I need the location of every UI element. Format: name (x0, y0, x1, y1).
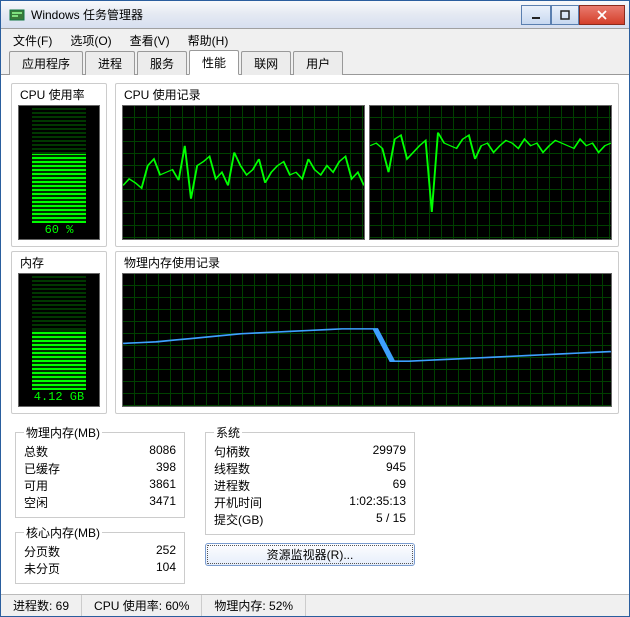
status-mem: 物理内存: 52% (202, 595, 306, 616)
uptime-value: 1:02:35:13 (316, 494, 406, 511)
minimize-button[interactable] (521, 5, 551, 25)
status-processes: 进程数: 69 (1, 595, 82, 616)
memory-history-chart (122, 273, 612, 408)
processes-value: 69 (316, 477, 406, 494)
avail-value: 3861 (116, 477, 176, 494)
menu-options[interactable]: 选项(O) (62, 30, 119, 51)
menu-help[interactable]: 帮助(H) (180, 30, 237, 51)
paged-value: 252 (116, 543, 176, 560)
maximize-button[interactable] (551, 5, 579, 25)
window-buttons (521, 5, 625, 25)
cpu-history-group: CPU 使用记录 (115, 83, 619, 247)
menubar: 文件(F) 选项(O) 查看(V) 帮助(H) (1, 29, 629, 51)
resource-monitor-button[interactable]: 资源监视器(R)... (205, 543, 415, 566)
nonpaged-value: 104 (116, 560, 176, 577)
stats-row: 物理内存(MB) 总数8086 已缓存398 可用3861 空闲3471 核心内… (11, 418, 619, 586)
close-button[interactable] (579, 5, 625, 25)
threads-value: 945 (316, 460, 406, 477)
cpu-usage-value: 60 % (19, 223, 99, 237)
memory-label: 内存 (18, 254, 100, 271)
tab-performance[interactable]: 性能 (189, 50, 239, 75)
statusbar: 进程数: 69 CPU 使用率: 60% 物理内存: 52% (1, 594, 629, 616)
tab-applications[interactable]: 应用程序 (9, 51, 83, 75)
cpu-history-label: CPU 使用记录 (122, 86, 612, 103)
tab-services[interactable]: 服务 (137, 51, 187, 75)
free-value: 3471 (116, 494, 176, 511)
tab-networking[interactable]: 联网 (241, 51, 291, 75)
task-manager-window: Windows 任务管理器 文件(F) 选项(O) 查看(V) 帮助(H) 应用… (0, 0, 630, 617)
handles-value: 29979 (316, 443, 406, 460)
phys-mem-label: 物理内存(MB) (24, 424, 102, 441)
memory-group: 内存 4.12 GB (11, 251, 107, 415)
memory-history-group: 物理内存使用记录 (115, 251, 619, 415)
tabstrip: 应用程序 进程 服务 性能 联网 用户 (1, 51, 629, 75)
memory-value: 4.12 GB (19, 390, 99, 404)
cpu-usage-meter: 60 % (18, 105, 100, 240)
total-value: 8086 (116, 443, 176, 460)
menu-view[interactable]: 查看(V) (122, 30, 178, 51)
window-title: Windows 任务管理器 (31, 6, 521, 23)
cpu-usage-label: CPU 使用率 (18, 86, 100, 103)
memory-history-label: 物理内存使用记录 (122, 254, 612, 271)
kernel-mem-label: 核心内存(MB) (24, 524, 102, 541)
app-icon (9, 7, 25, 23)
commit-value: 5 / 15 (316, 511, 406, 528)
cpu-history-chart-2 (369, 105, 612, 240)
cached-value: 398 (116, 460, 176, 477)
menu-file[interactable]: 文件(F) (5, 30, 60, 51)
kernel-mem-group: 核心内存(MB) 分页数252 未分页104 (15, 524, 185, 584)
system-label: 系统 (214, 424, 242, 441)
cpu-history-chart-1 (122, 105, 365, 240)
tab-users[interactable]: 用户 (293, 51, 343, 75)
titlebar[interactable]: Windows 任务管理器 (1, 1, 629, 29)
status-cpu: CPU 使用率: 60% (82, 595, 202, 616)
memory-meter: 4.12 GB (18, 273, 100, 408)
tab-processes[interactable]: 进程 (85, 51, 135, 75)
cpu-usage-group: CPU 使用率 60 % (11, 83, 107, 247)
performance-tab-content: CPU 使用率 60 % CPU 使用记录 (1, 75, 629, 594)
phys-mem-group: 物理内存(MB) 总数8086 已缓存398 可用3861 空闲3471 (15, 424, 185, 518)
system-group: 系统 句柄数29979 线程数945 进程数69 开机时间1:02:35:13 … (205, 424, 415, 535)
